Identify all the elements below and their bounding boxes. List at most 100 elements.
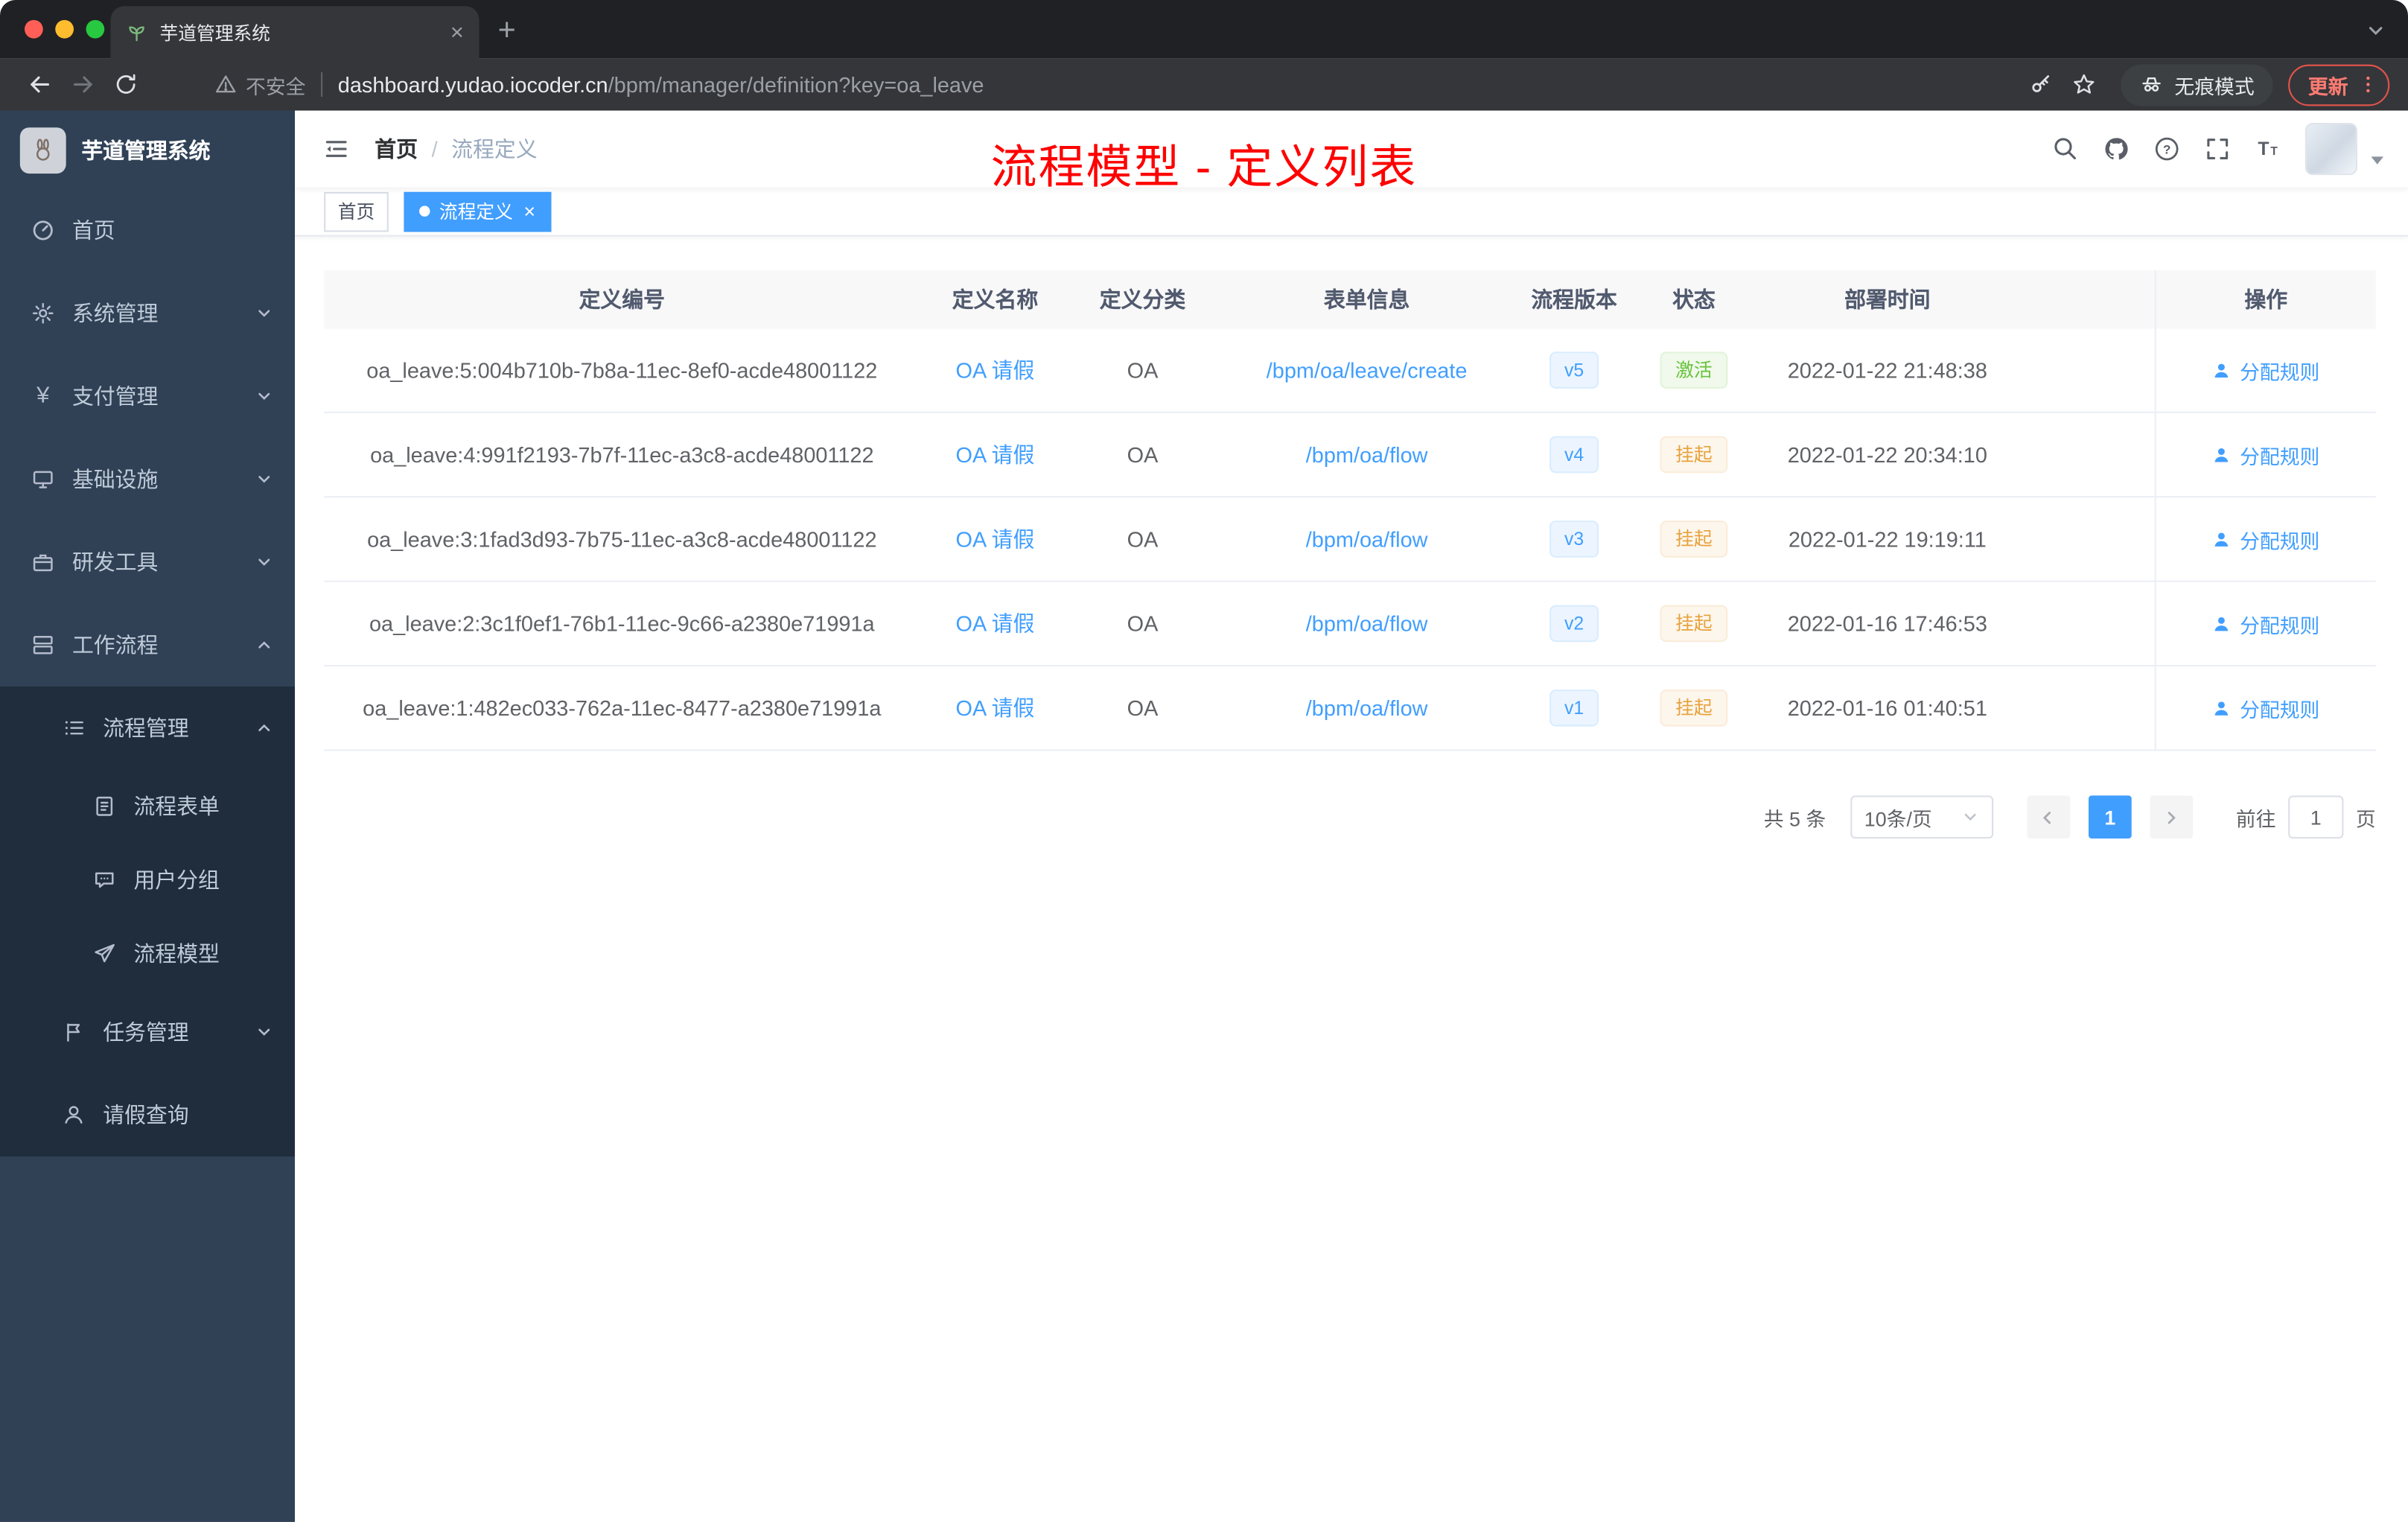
- definition-name-link[interactable]: OA 请假: [956, 523, 1035, 554]
- sidebar-item-label: 基础设施: [71, 467, 159, 491]
- definition-name-link[interactable]: OA 请假: [956, 608, 1035, 639]
- address-bar[interactable]: dashboard.yudao.iocoder.cn/bpm/manager/d…: [338, 72, 2019, 97]
- sidebar-item-leave-query[interactable]: 请假查询: [0, 1074, 295, 1156]
- sidebar-item-process-form[interactable]: 流程表单: [0, 769, 295, 843]
- form-info-link[interactable]: /bpm/oa/flow: [1306, 611, 1428, 636]
- collection-icon: [33, 636, 53, 655]
- sidebar-item-system-mgmt[interactable]: 系统管理: [0, 272, 295, 354]
- update-label: 更新: [2307, 74, 2348, 98]
- page-size-select[interactable]: 10条/页: [1850, 795, 1994, 839]
- person-icon: [2215, 448, 2229, 462]
- assign-rule-link[interactable]: 分配规则: [2212, 524, 2319, 553]
- zoom-window-button[interactable]: [86, 19, 105, 39]
- sidebar-item-infrastructure[interactable]: 基础设施: [0, 438, 295, 520]
- definition-table: 定义编号 定义名称 定义分类 表单信息 流程版本 状态 部署时间 操作 oa_l…: [324, 270, 2376, 751]
- window-controls: [25, 19, 105, 39]
- sidebar-item-task-mgmt[interactable]: 任务管理: [0, 990, 295, 1073]
- col-deploy-time: 部署时间: [1844, 287, 1931, 312]
- yen-icon: ¥: [36, 382, 50, 409]
- pagination: 共 5 条 10条/页 1 前往 页: [295, 795, 2376, 839]
- avatar-caret-icon[interactable]: [2371, 156, 2383, 164]
- cell-category: OA: [1127, 526, 1159, 552]
- browser-tab[interactable]: 芋道管理系统 ×: [110, 6, 480, 59]
- sidebar-item-label: 支付管理: [71, 383, 159, 409]
- cell-spacer: [2016, 413, 2155, 496]
- form-info-link[interactable]: /bpm/oa/flow: [1306, 526, 1428, 551]
- browser-update-menu-button[interactable]: 更新: [2288, 63, 2390, 106]
- person-icon: [2215, 363, 2229, 377]
- assign-rule-link[interactable]: 分配规则: [2212, 693, 2319, 722]
- minimize-window-button[interactable]: [55, 19, 74, 39]
- version-badge: v3: [1549, 520, 1599, 558]
- cell-category: OA: [1127, 442, 1159, 467]
- svg-text:T: T: [2258, 139, 2269, 159]
- goto-page-input[interactable]: [2288, 795, 2344, 839]
- tab-search-chevron-icon[interactable]: [2365, 20, 2386, 42]
- screen: 芋道管理系统 × + 不安全 dashboard.yudao.iocoder.c…: [0, 0, 2408, 1522]
- form-info-link[interactable]: /bpm/oa/flow: [1306, 442, 1428, 467]
- logo-avatar: [19, 127, 66, 173]
- incognito-icon: [2142, 77, 2161, 92]
- definition-name-link[interactable]: OA 请假: [956, 439, 1035, 470]
- sidebar-item-payment-mgmt[interactable]: ¥ 支付管理: [0, 354, 295, 437]
- reload-button[interactable]: [104, 63, 147, 106]
- tag-process-definition[interactable]: 流程定义 ×: [404, 191, 551, 232]
- sidebar-collapse-button[interactable]: [322, 136, 350, 163]
- version-badge: v2: [1549, 605, 1599, 643]
- sidebar-item-label: 流程管理: [103, 716, 189, 741]
- prev-page-button[interactable]: [2027, 795, 2071, 839]
- tags-view: 首页 流程定义 ×: [295, 187, 2408, 237]
- col-definition-name: 定义名称: [952, 287, 1039, 312]
- bookmark-star-icon[interactable]: [2063, 63, 2106, 106]
- fullscreen-icon[interactable]: [2204, 136, 2232, 163]
- help-icon[interactable]: ?: [2153, 136, 2181, 163]
- form-info-link[interactable]: /bpm/oa/flow: [1306, 695, 1428, 720]
- page-number-button[interactable]: 1: [2088, 795, 2132, 839]
- definition-name-link[interactable]: OA 请假: [956, 354, 1035, 385]
- search-icon[interactable]: [2052, 136, 2080, 163]
- chevron-down-icon: [258, 310, 270, 317]
- hamburger-icon: [325, 141, 347, 157]
- sidebar-item-process-model[interactable]: 流程模型: [0, 917, 295, 990]
- cell-deploy-time: 2022-01-16 17:46:53: [1787, 611, 1987, 636]
- app-navbar: 首页 / 流程定义 ? T T: [295, 110, 2408, 188]
- assign-rule-link[interactable]: 分配规则: [2212, 440, 2319, 469]
- form-info-link[interactable]: /bpm/oa/leave/create: [1267, 358, 1468, 383]
- sidebar-item-home[interactable]: 首页: [0, 189, 295, 272]
- url-path: /bpm/manager/definition?key=oa_leave: [608, 71, 984, 97]
- chevron-right-icon: [2168, 811, 2176, 824]
- sidebar-item-dev-tools[interactable]: 研发工具: [0, 520, 295, 603]
- forward-button[interactable]: [62, 63, 105, 106]
- assign-rule-link[interactable]: 分配规则: [2212, 355, 2319, 384]
- cell-spacer: [2016, 666, 2155, 749]
- user-avatar[interactable]: [2305, 123, 2357, 176]
- cell-definition-id: oa_leave:5:004b710b-7b8a-11ec-8ef0-acde4…: [366, 357, 878, 383]
- version-badge: v5: [1549, 351, 1599, 389]
- table-row: oa_leave:4:991f2193-7b7f-11ec-a3c8-acde4…: [324, 413, 2376, 498]
- definition-name-link[interactable]: OA 请假: [956, 692, 1035, 723]
- kebab-menu-icon: [2366, 76, 2370, 93]
- svg-text:T: T: [2270, 145, 2278, 158]
- site-security-button[interactable]: 不安全: [215, 70, 305, 99]
- tag-home[interactable]: 首页: [324, 191, 389, 232]
- version-badge: v4: [1549, 436, 1599, 474]
- warning-icon: [215, 75, 236, 93]
- tab-close-icon[interactable]: ×: [450, 21, 464, 44]
- page-content: 定义编号 定义名称 定义分类 表单信息 流程版本 状态 部署时间 操作 oa_l…: [295, 237, 2408, 1522]
- col-definition-category: 定义分类: [1099, 287, 1186, 312]
- back-button[interactable]: [19, 63, 62, 106]
- goto-unit-label: 页: [2355, 806, 2376, 830]
- breadcrumb-home[interactable]: 首页: [375, 133, 418, 164]
- sidebar-item-process-mgmt[interactable]: 流程管理: [0, 687, 295, 769]
- cell-definition-id: oa_leave:3:1fad3d93-7b75-11ec-a3c8-acde4…: [367, 526, 877, 552]
- sidebar-item-user-group[interactable]: 用户分组: [0, 843, 295, 917]
- password-key-icon[interactable]: [2019, 63, 2063, 106]
- close-window-button[interactable]: [25, 19, 43, 39]
- tag-close-icon[interactable]: ×: [523, 201, 535, 221]
- next-page-button[interactable]: [2150, 795, 2194, 839]
- sidebar-item-workflow[interactable]: 工作流程: [0, 604, 295, 687]
- new-tab-button[interactable]: +: [485, 9, 529, 52]
- assign-rule-link[interactable]: 分配规则: [2212, 609, 2319, 638]
- font-size-icon[interactable]: TT: [2255, 136, 2282, 163]
- github-icon[interactable]: [2103, 136, 2130, 163]
